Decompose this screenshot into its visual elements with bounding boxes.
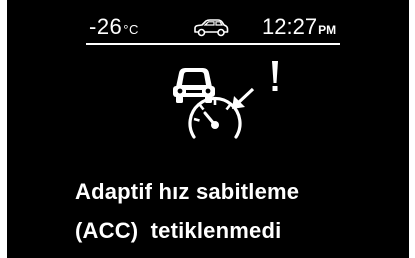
warning-message: Adaptif hız sabitleme (ACC) tetiklenmedi bbox=[75, 172, 395, 250]
clock: 12:27PM bbox=[262, 14, 336, 40]
arrow-icon bbox=[232, 87, 255, 109]
status-bar: -26°C 12:27PM bbox=[86, 14, 340, 40]
clock-time: 12:27 bbox=[262, 14, 318, 39]
car-outline-icon bbox=[194, 19, 229, 37]
warning-message-line-1: Adaptif hız sabitleme bbox=[75, 179, 300, 204]
speedometer-icon bbox=[188, 96, 242, 139]
temperature-unit: °C bbox=[123, 22, 139, 37]
instrument-display: -26°C 12:27PM Adaptif hız sabitleme (ACC… bbox=[7, 0, 409, 258]
warning-message-line-2: (ACC) tetiklenmedi bbox=[75, 218, 282, 243]
temperature-value: -26 bbox=[89, 14, 123, 39]
status-divider bbox=[86, 43, 340, 45]
clock-period: PM bbox=[318, 23, 337, 37]
exclamation-icon bbox=[272, 61, 278, 91]
acc-warning-icon bbox=[173, 61, 278, 139]
outside-temperature: -26°C bbox=[89, 14, 139, 40]
